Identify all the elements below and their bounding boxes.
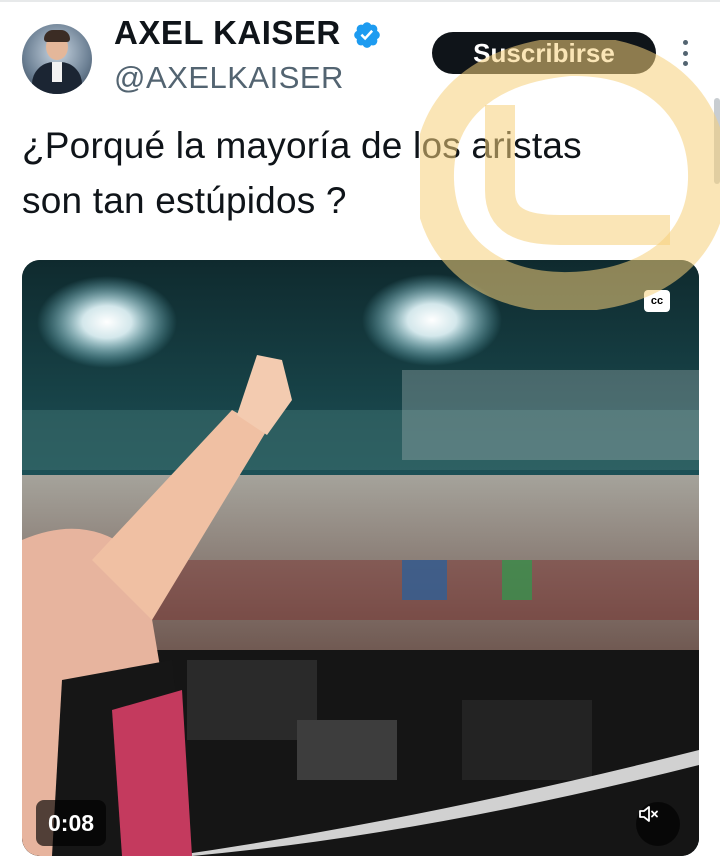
closed-captions-button[interactable]: cc [644, 290, 670, 312]
author-name[interactable]: AXEL KAISER [114, 14, 341, 52]
video-player[interactable]: cc 0:08 [22, 260, 699, 856]
mute-button[interactable] [636, 802, 680, 846]
video-time-badge: 0:08 [36, 800, 107, 846]
more-vertical-icon[interactable] [678, 40, 692, 66]
scrollbar-thumb[interactable] [714, 98, 720, 184]
subscribe-button[interactable]: Suscribirse [432, 32, 656, 74]
tweet-text: ¿Porqué la mayoría de los aristas son ta… [22, 125, 582, 221]
speaker-muted-icon [639, 806, 658, 822]
top-divider [0, 0, 720, 2]
avatar[interactable] [22, 24, 92, 94]
author-handle[interactable]: @AXELKAISER [114, 60, 344, 96]
video-frame [22, 260, 699, 856]
verified-badge-icon [354, 22, 380, 48]
